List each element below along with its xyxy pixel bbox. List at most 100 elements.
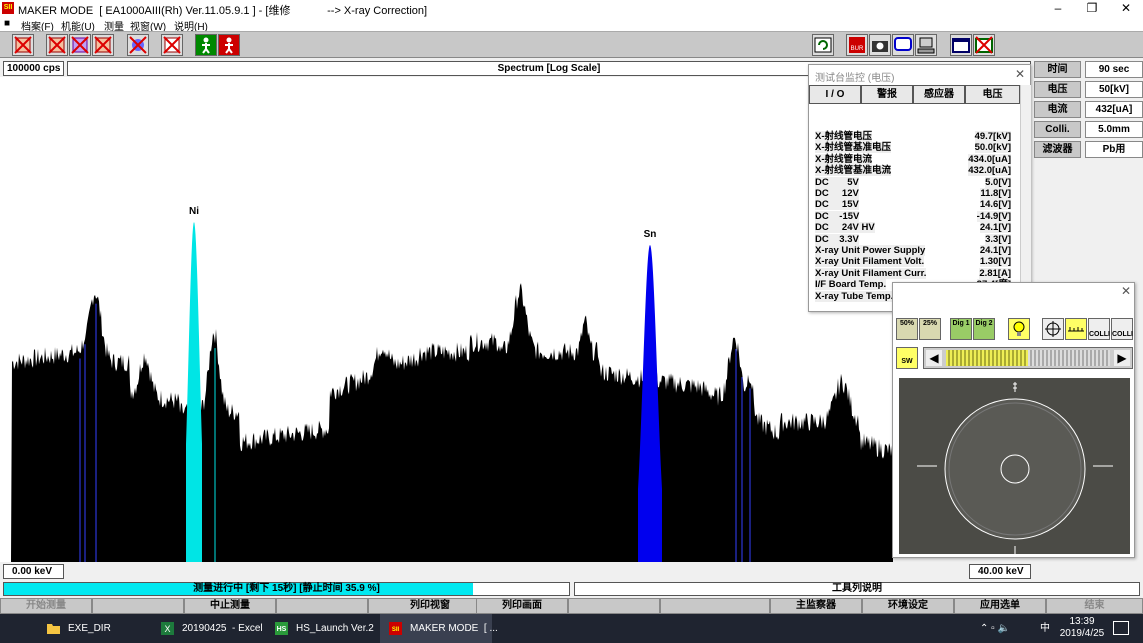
slider-track xyxy=(1028,350,1110,366)
taskbar-item-maker-mode[interactable]: SII MAKER MODE [ ... xyxy=(380,614,498,643)
monitor-row-name: X-ray Unit Filament Curr. xyxy=(815,267,927,279)
colli-button-1[interactable]: COLLI xyxy=(1088,318,1110,340)
slider-left-arrow-icon[interactable]: ◀ xyxy=(926,350,942,366)
close-icon[interactable]: ✕ xyxy=(1121,284,1131,298)
monitor-row-name: X-射线管电压 xyxy=(815,131,873,142)
ime-indicator[interactable]: 中 xyxy=(1040,614,1052,643)
zoom-50-button[interactable]: 50% xyxy=(896,318,918,340)
tray-icons[interactable]: ⌃ ▫ 🔈 xyxy=(980,614,1040,643)
taskbar-item-excel[interactable]: X 20190425 - Excel xyxy=(152,614,264,643)
disabled-tool-button[interactable] xyxy=(69,34,91,56)
environment-settings-button[interactable]: 环境设定 xyxy=(862,598,954,614)
sw-button[interactable]: SW xyxy=(896,347,918,369)
close-icon[interactable]: ✕ xyxy=(1015,67,1025,81)
monitor-row-name: DC 5V xyxy=(815,176,859,188)
monitor-row-value: 50.0[kV] xyxy=(974,142,1011,154)
restore-button[interactable]: ❐ xyxy=(1075,0,1109,17)
main-monitor-button[interactable]: 主监察器 xyxy=(770,598,862,614)
taskbar-item-hs-launch[interactable]: HS HS_Launch Ver.2 xyxy=(266,614,378,643)
start-measure-button[interactable]: 开始测量 xyxy=(0,598,92,614)
monitor-row: DC -15V -14.9[V] xyxy=(815,210,1011,222)
disabled-window-button[interactable] xyxy=(973,34,995,56)
spectrum-plot[interactable]: Ni Sn xyxy=(0,77,893,562)
person-red-button[interactable] xyxy=(218,34,240,56)
close-button[interactable]: ✕ xyxy=(1109,0,1143,17)
monitor-row-value: 2.81[A] xyxy=(979,267,1011,279)
monitor-scrollbar[interactable] xyxy=(1020,85,1031,312)
param-label: 滤波器 xyxy=(1034,141,1081,158)
monitor-row-name: DC -15V xyxy=(815,210,860,222)
crosshair-button[interactable] xyxy=(1042,318,1064,340)
cps-scale-label: 100000 cps xyxy=(3,61,64,76)
monitor-row-value: 24.1[V] xyxy=(979,245,1011,256)
disabled-tool-button[interactable] xyxy=(12,34,34,56)
print-screen-button[interactable]: 列印画面 xyxy=(476,598,568,614)
camera-view[interactable] xyxy=(899,378,1130,554)
svg-text:BUR: BUR xyxy=(851,46,864,52)
tab-alarm[interactable]: 警报 xyxy=(861,85,913,104)
ruler-button[interactable] xyxy=(1065,318,1087,340)
slider-right-arrow-icon[interactable]: ▶ xyxy=(1114,350,1130,366)
tab-sensor[interactable]: 感应器 xyxy=(913,85,965,104)
monitor-row: X-射线管基准电流 432.0[uA] xyxy=(815,165,1011,177)
fkey-blank[interactable] xyxy=(568,598,660,614)
window-button[interactable] xyxy=(950,34,972,56)
application-menu-button[interactable]: 应用选单 xyxy=(954,598,1046,614)
tab-io[interactable]: I / O xyxy=(809,85,861,104)
person-green-button[interactable] xyxy=(195,34,217,56)
param-value: 50[kV] xyxy=(1085,81,1143,98)
monitor-row-name: DC 3.3V xyxy=(815,233,859,245)
digital-zoom-2-button[interactable]: Dig 2 xyxy=(973,318,995,340)
function-key-bar: 开始测量 中止测量 列印视窗 列印画面 主监察器 环境设定 应用选单 结束 xyxy=(0,598,1143,614)
disabled-tool-button[interactable] xyxy=(127,34,149,56)
clock-time: 13:39 xyxy=(1069,616,1095,627)
monitor-row-value: 49.7[kV] xyxy=(974,131,1011,142)
sii-icon: SII xyxy=(389,622,402,635)
zoom-25-button[interactable]: 25% xyxy=(919,318,941,340)
fkey-blank[interactable] xyxy=(92,598,184,614)
menu-icon[interactable]: ■ xyxy=(4,18,10,29)
refresh-window-button[interactable] xyxy=(812,34,834,56)
clock[interactable]: 13:39 2019/4/25 xyxy=(1057,616,1107,640)
minimize-button[interactable]: – xyxy=(1041,0,1075,17)
bur-button[interactable]: BUR xyxy=(846,34,868,56)
x-min-label: 0.00 keV xyxy=(3,564,64,579)
colli-button-2[interactable]: COLLI xyxy=(1111,318,1133,340)
disabled-tool-button[interactable] xyxy=(161,34,183,56)
monitor-row-value: 432.0[uA] xyxy=(968,165,1011,177)
exit-button[interactable]: 结束 xyxy=(1046,598,1143,614)
monitor-row: X-ray Unit Filament Volt. 1.30[V] xyxy=(815,256,1011,268)
param-value: 432[uA] xyxy=(1085,101,1143,118)
x-max-label: 40.00 keV xyxy=(969,564,1031,579)
stop-measure-button[interactable]: 中止测量 xyxy=(184,598,276,614)
monitor-row: DC 5V 5.0[V] xyxy=(815,176,1011,188)
camera-slider[interactable]: ◀ ▶ xyxy=(923,347,1133,369)
param-label: 电流 xyxy=(1034,101,1081,118)
computer-button[interactable] xyxy=(915,34,937,56)
monitor-dialog: 测试台监控 (电压) ✕ I / O 警报 感应器 电压 X-射线管电压 49.7… xyxy=(808,64,1031,312)
monitor-row-name: I/F Board Temp. xyxy=(815,279,887,291)
digital-zoom-1-button[interactable]: Dig 1 xyxy=(950,318,972,340)
print-window-button[interactable]: 列印视窗 xyxy=(368,598,492,614)
notification-icon[interactable] xyxy=(1113,621,1129,635)
monitor-row: X-ray Unit Power Supply 24.1[V] xyxy=(815,245,1011,256)
progress-remaining xyxy=(472,583,569,595)
fkey-blank[interactable] xyxy=(660,598,770,614)
monitor-row: X-射线管基准电压 50.0[kV] xyxy=(815,142,1011,154)
monitor-row-value: 1.30[V] xyxy=(979,256,1011,268)
param-label: 时间 xyxy=(1034,61,1081,78)
ni-peak xyxy=(186,222,202,562)
window-title: MAKER MODE [ EA1000AIII(Rh) Ver.11.05.9.… xyxy=(18,5,428,17)
tab-voltage[interactable]: 电压 xyxy=(965,85,1020,104)
svg-text:X: X xyxy=(164,624,170,634)
light-bulb-button[interactable] xyxy=(1008,318,1030,340)
disabled-tool-button[interactable] xyxy=(92,34,114,56)
monitor-button[interactable] xyxy=(892,34,914,56)
disabled-tool-button[interactable] xyxy=(46,34,68,56)
monitor-row-name: DC 15V xyxy=(815,199,859,211)
monitor-row-name: DC 24V HV xyxy=(815,222,875,234)
monitor-row-name: X-ray Unit Filament Volt. xyxy=(815,256,925,268)
taskbar-item-exe-dir[interactable]: EXE_DIR xyxy=(38,614,150,643)
fkey-blank[interactable] xyxy=(276,598,368,614)
camera-button[interactable] xyxy=(869,34,891,56)
